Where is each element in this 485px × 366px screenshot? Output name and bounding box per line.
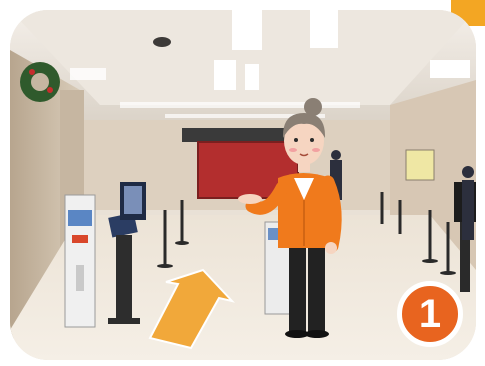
photo-frame: 1	[10, 10, 476, 360]
info-screen	[120, 182, 146, 220]
security-camera	[153, 37, 171, 47]
step-number-badge: 1	[397, 281, 463, 347]
kiosk-left	[64, 194, 96, 328]
